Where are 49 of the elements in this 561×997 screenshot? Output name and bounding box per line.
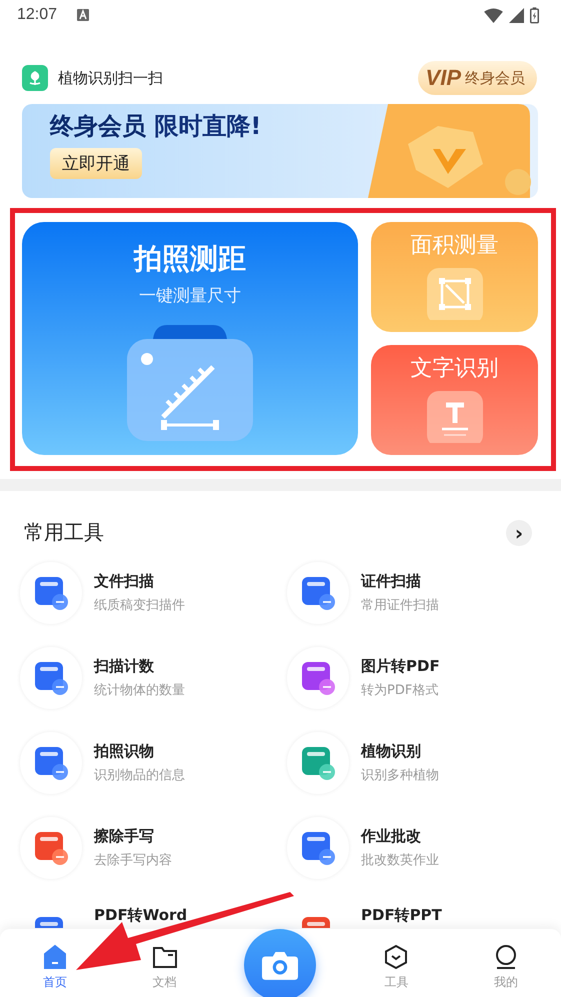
battery-icon: [530, 6, 539, 24]
tool-title: 文件扫描: [94, 572, 155, 591]
nav-tab[interactable]: 文档: [134, 944, 195, 991]
app-logo-icon: [22, 65, 48, 91]
nav-tab[interactable]: 工具: [366, 944, 426, 991]
camera-icon: [262, 950, 298, 980]
status-time: 12:07: [17, 6, 58, 24]
section-title: 常用工具: [24, 519, 104, 546]
tool-subtitle: 转为PDF格式: [361, 682, 440, 699]
tool-title: 拍照识物: [94, 742, 155, 761]
signal-icon: [509, 8, 524, 22]
tool-title: PDF转PPT: [361, 906, 442, 925]
tool-subtitle: 常用证件扫描: [361, 597, 439, 614]
more-button[interactable]: ›: [506, 520, 532, 546]
tool-subtitle: 统计物体的数量: [94, 682, 185, 699]
open-now-button[interactable]: 立即开通: [50, 148, 142, 179]
tool-title: 作业批改: [361, 827, 422, 846]
house-icon: [42, 944, 68, 970]
promo-banner[interactable]: 终身会员 限时直降! 立即开通: [22, 104, 538, 198]
card-subtitle: 一键测量尺寸: [139, 285, 241, 307]
app-title: 植物识别扫一扫: [58, 68, 163, 88]
tool-title: 植物识别: [361, 742, 422, 761]
tool-subtitle: 批改数英作业: [361, 852, 439, 869]
vip-button[interactable]: VIP 终身会员: [418, 61, 537, 95]
photo-distance-card[interactable]: 拍照测距 一键测量尺寸: [22, 222, 358, 455]
tool-title: PDF转Word: [94, 906, 188, 925]
text-t-icon: [426, 391, 482, 443]
tool-title: 擦除手写: [94, 827, 155, 846]
folder-icon: [152, 944, 178, 970]
tool-subtitle: 识别多种植物: [361, 767, 439, 784]
tool-subtitle: 识别物品的信息: [94, 767, 185, 784]
tool-subtitle: 去除手写内容: [94, 852, 172, 869]
banner-headline: 终身会员 限时直降!: [50, 111, 262, 142]
tool-title: 证件扫描: [361, 572, 422, 591]
text-recognition-card[interactable]: 文字识别: [371, 345, 538, 455]
keyboard-notification-icon: [77, 9, 90, 21]
hexagon-icon: [383, 944, 410, 970]
nav-tab[interactable]: 首页: [24, 944, 85, 991]
tool-subtitle: 纸质稿变扫描件: [94, 597, 185, 614]
tool-title: 图片转PDF: [361, 657, 440, 676]
camera-ruler-icon: [125, 325, 255, 443]
card-title: 面积测量: [410, 232, 498, 260]
wifi-icon: [484, 8, 503, 22]
nav-tab[interactable]: 我的: [476, 944, 536, 991]
card-title: 文字识别: [410, 355, 498, 383]
tool-title: 扫描计数: [94, 657, 155, 676]
card-title: 拍照测距: [134, 241, 246, 277]
camera-button[interactable]: [244, 929, 316, 997]
area-frame-icon: [426, 268, 482, 320]
